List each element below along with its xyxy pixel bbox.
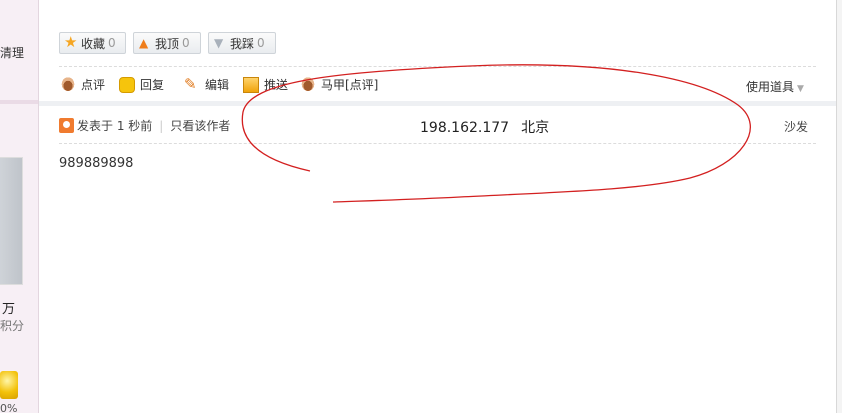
annotation-stroke: [241, 64, 751, 203]
annotation-circle: [241, 64, 751, 203]
